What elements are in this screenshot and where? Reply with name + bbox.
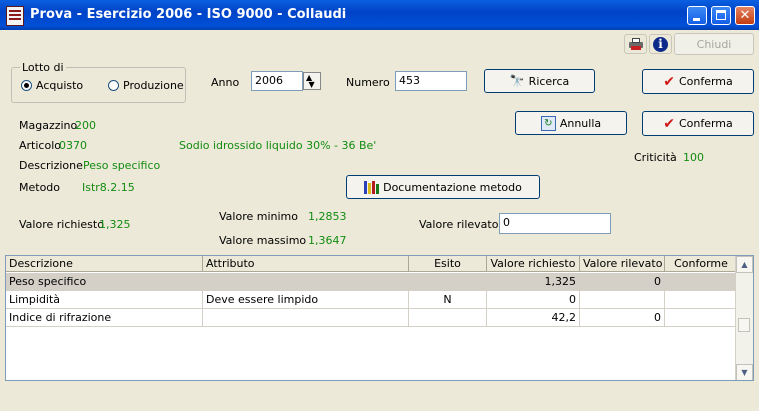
- cell-valore-richiesto[interactable]: 0: [487, 291, 580, 309]
- cell-valore-rilevato[interactable]: 0: [580, 309, 665, 327]
- criticita-value: 100: [683, 151, 704, 164]
- col-attributo-header[interactable]: Attributo: [203, 256, 409, 272]
- books-icon: [364, 180, 380, 194]
- printer-icon: [628, 38, 643, 50]
- cell-valore-richiesto[interactable]: 42,2: [487, 309, 580, 327]
- radio-produzione[interactable]: [108, 80, 119, 91]
- cell-descrizione[interactable]: Indice di rifrazione: [6, 309, 203, 327]
- documentazione-label: Documentazione metodo: [383, 180, 522, 194]
- cell-conforme[interactable]: [665, 309, 738, 327]
- radio-acquisto-label[interactable]: Acquisto: [36, 79, 83, 92]
- cell-esito[interactable]: N: [409, 291, 487, 309]
- vertical-scrollbar[interactable]: ▲ ▼: [735, 256, 753, 380]
- magazzino-label: Magazzino: [19, 119, 78, 132]
- articolo-description: Sodio idrossido liquido 30% - 36 Be': [179, 139, 377, 152]
- title-bar: Prova - Esercizio 2006 - ISO 9000 - Coll…: [0, 0, 759, 30]
- radio-acquisto[interactable]: [21, 80, 32, 91]
- table-row[interactable]: Limpidità Deve essere limpido N 0: [6, 291, 738, 309]
- col-valore-richiesto-header[interactable]: Valore richiesto: [487, 256, 580, 272]
- chiudi-button[interactable]: Chiudi: [674, 33, 754, 55]
- cell-valore-rilevato[interactable]: 0: [580, 273, 665, 291]
- maximize-button[interactable]: [711, 6, 731, 25]
- descrizione-label: Descrizione: [19, 159, 83, 172]
- results-table: Descrizione Attributo Esito Valore richi…: [5, 255, 754, 381]
- spin-arrows-icon: ▲ ▼: [306, 73, 315, 89]
- table-header: Descrizione Attributo Esito Valore richi…: [6, 256, 738, 272]
- descrizione-value: Peso specifico: [83, 159, 161, 172]
- cell-attributo[interactable]: [203, 273, 409, 291]
- metodo-value: Istr8.2.15: [82, 181, 135, 194]
- valore-richiesto-label: Valore richiesto: [19, 218, 104, 231]
- col-esito-header[interactable]: Esito: [409, 256, 487, 272]
- documentazione-metodo-button[interactable]: Documentazione metodo: [346, 175, 540, 199]
- info-icon: i: [653, 36, 668, 52]
- magazzino-value: 200: [75, 119, 96, 132]
- numero-input[interactable]: 453: [395, 71, 467, 91]
- valore-rilevato-label: Valore rilevato: [419, 218, 499, 231]
- criticita-label: Criticità: [634, 151, 677, 164]
- valore-rilevato-input[interactable]: 0: [499, 213, 611, 234]
- metodo-label: Metodo: [19, 181, 61, 194]
- valore-massimo-value: 1,3647: [308, 234, 347, 247]
- ricerca-button[interactable]: 🔭 Ricerca: [484, 69, 595, 93]
- col-descrizione-header[interactable]: Descrizione: [6, 256, 203, 272]
- cell-attributo[interactable]: Deve essere limpido: [203, 291, 409, 309]
- scroll-up-arrow-icon[interactable]: ▲: [736, 256, 753, 273]
- col-valore-rilevato-header[interactable]: Valore rilevato: [580, 256, 665, 272]
- minimize-button[interactable]: [687, 6, 707, 25]
- ricerca-label: Ricerca: [528, 74, 570, 88]
- window-title: Prova - Esercizio 2006 - ISO 9000 - Coll…: [30, 7, 347, 22]
- close-window-button[interactable]: ✕: [735, 6, 755, 25]
- cell-valore-richiesto[interactable]: 1,325: [487, 273, 580, 291]
- valore-massimo-label: Valore massimo: [219, 234, 307, 247]
- col-conforme-header[interactable]: Conforme: [665, 256, 738, 272]
- cell-conforme[interactable]: [665, 273, 738, 291]
- valore-minimo-label: Valore minimo: [219, 210, 298, 223]
- print-button[interactable]: [624, 34, 647, 54]
- checkmark-icon: ✔: [663, 73, 675, 90]
- anno-spinner[interactable]: ▲ ▼: [303, 72, 321, 90]
- cell-esito[interactable]: [409, 273, 487, 291]
- articolo-label: Articolo: [19, 139, 61, 152]
- radio-produzione-label[interactable]: Produzione: [123, 79, 184, 92]
- table-row[interactable]: Peso specifico 1,325 0: [6, 273, 738, 291]
- cell-descrizione[interactable]: Peso specifico: [6, 273, 203, 291]
- valore-minimo-value: 1,2853: [308, 210, 347, 223]
- cell-descrizione[interactable]: Limpidità: [6, 291, 203, 309]
- anno-input[interactable]: 2006: [251, 71, 303, 91]
- cell-conforme[interactable]: [665, 291, 738, 309]
- annulla-button[interactable]: ↻ Annulla: [515, 111, 627, 135]
- main-window: Prova - Esercizio 2006 - ISO 9000 - Coll…: [0, 0, 759, 411]
- conferma-top-button[interactable]: ✔ Conferma: [642, 69, 754, 94]
- numero-label: Numero: [346, 76, 390, 89]
- cell-esito[interactable]: [409, 309, 487, 327]
- annulla-label: Annulla: [559, 116, 602, 130]
- refresh-icon: ↻: [540, 115, 556, 131]
- lotto-group-title: Lotto di: [20, 61, 66, 74]
- cell-valore-rilevato[interactable]: [580, 291, 665, 309]
- info-button[interactable]: i: [649, 34, 672, 54]
- scroll-thumb[interactable]: [738, 318, 750, 332]
- conferma-bottom-label: Conferma: [678, 117, 733, 130]
- articolo-code: 0370: [59, 139, 87, 152]
- scroll-down-arrow-icon[interactable]: ▼: [736, 364, 753, 380]
- app-icon: [6, 6, 24, 26]
- conferma-bottom-button[interactable]: ✔ Conferma: [642, 111, 754, 136]
- cell-attributo[interactable]: [203, 309, 409, 327]
- table-row[interactable]: Indice di rifrazione 42,2 0: [6, 309, 738, 327]
- conferma-top-label: Conferma: [678, 75, 733, 88]
- binoculars-icon: 🔭: [509, 74, 525, 88]
- valore-richiesto-value: 1,325: [99, 218, 131, 231]
- anno-label: Anno: [211, 76, 240, 89]
- checkmark-icon: ✔: [663, 115, 675, 132]
